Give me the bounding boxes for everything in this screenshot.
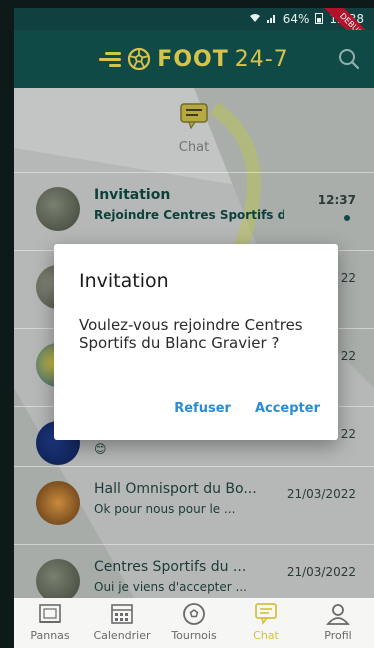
dialog-message: Voulez-vous rejoindre Centres Sportifs d… xyxy=(79,316,303,352)
conversation-title: Invitation xyxy=(94,187,171,203)
battery-level: 64% xyxy=(282,12,310,26)
dialog-title: Invitation xyxy=(79,270,169,292)
conversation-item[interactable]: Hall Omnisport du Bo... Ok pour nous pou… xyxy=(14,466,374,544)
chat-icon xyxy=(255,603,277,625)
nav-item-pannas[interactable]: Pannas xyxy=(14,598,86,648)
chat-icon xyxy=(180,103,208,130)
avatar xyxy=(36,187,80,231)
nav-item-tournois[interactable]: Tournois xyxy=(158,598,230,648)
nav-label: Calendrier xyxy=(93,629,151,642)
avatar xyxy=(36,481,80,525)
conversation-title: Hall Omnisport du Bo... xyxy=(94,481,257,497)
conversation-preview: Ok pour nous pour le ... xyxy=(94,502,236,516)
search-button[interactable] xyxy=(336,46,362,72)
conversation-preview: 😊 xyxy=(94,442,107,456)
nav-item-calendrier[interactable]: Calendrier xyxy=(86,598,158,648)
search-icon xyxy=(339,49,360,70)
nav-label: Pannas xyxy=(30,629,70,642)
conversation-preview: Rejoindre Centres Sportifs du ... xyxy=(94,208,284,222)
signal-icon xyxy=(266,12,277,26)
conversation-time: 22 xyxy=(340,271,356,285)
conversation-time: 21/03/2022 xyxy=(286,565,356,579)
dialog-actions: Refuser Accepter xyxy=(174,401,320,416)
nav-label: Chat xyxy=(253,629,279,642)
conversation-item[interactable]: Centres Sportifs du ... Oui je viens d'a… xyxy=(14,544,374,598)
conversation-time: 22 xyxy=(340,349,356,363)
profile-icon xyxy=(326,604,350,625)
football-icon xyxy=(128,47,151,71)
conversation-item[interactable]: Invitation Rejoindre Centres Sportifs du… xyxy=(14,172,374,250)
brand-number: 24-7 xyxy=(234,46,289,72)
invitation-dialog: Invitation Voulez-vous rejoindre Centres… xyxy=(54,244,338,440)
avatar xyxy=(36,559,80,598)
conversation-time: 22 xyxy=(340,427,356,441)
nav-item-chat[interactable]: Chat xyxy=(230,598,302,648)
calendar-icon xyxy=(111,604,133,624)
nav-label: Tournois xyxy=(171,629,217,642)
chat-header: Chat xyxy=(14,102,374,155)
app-bar: FOOT 24-7 xyxy=(14,30,374,88)
conversation-preview: Oui je viens d'accepter ... xyxy=(94,580,247,594)
speed-lines-icon xyxy=(99,52,122,67)
conversation-title: Centres Sportifs du ... xyxy=(94,559,247,575)
bottom-nav: Pannas Calendrier Tournois Chat Profil xyxy=(14,598,374,648)
refuse-button[interactable]: Refuser xyxy=(174,401,231,416)
chat-header-label: Chat xyxy=(178,140,210,155)
app-logo: FOOT 24-7 xyxy=(99,47,288,72)
brand-text: FOOT xyxy=(157,46,229,72)
nav-item-profil[interactable]: Profil xyxy=(302,598,374,648)
conversation-time: 21/03/2022 xyxy=(286,487,356,501)
conversation-time: 12:37 xyxy=(317,193,356,207)
wifi-icon xyxy=(249,12,261,26)
football-icon xyxy=(183,603,205,625)
accept-button[interactable]: Accepter xyxy=(255,401,320,416)
nav-label: Profil xyxy=(324,629,352,642)
pannas-goal-icon xyxy=(39,604,61,623)
unread-indicator xyxy=(344,215,350,221)
